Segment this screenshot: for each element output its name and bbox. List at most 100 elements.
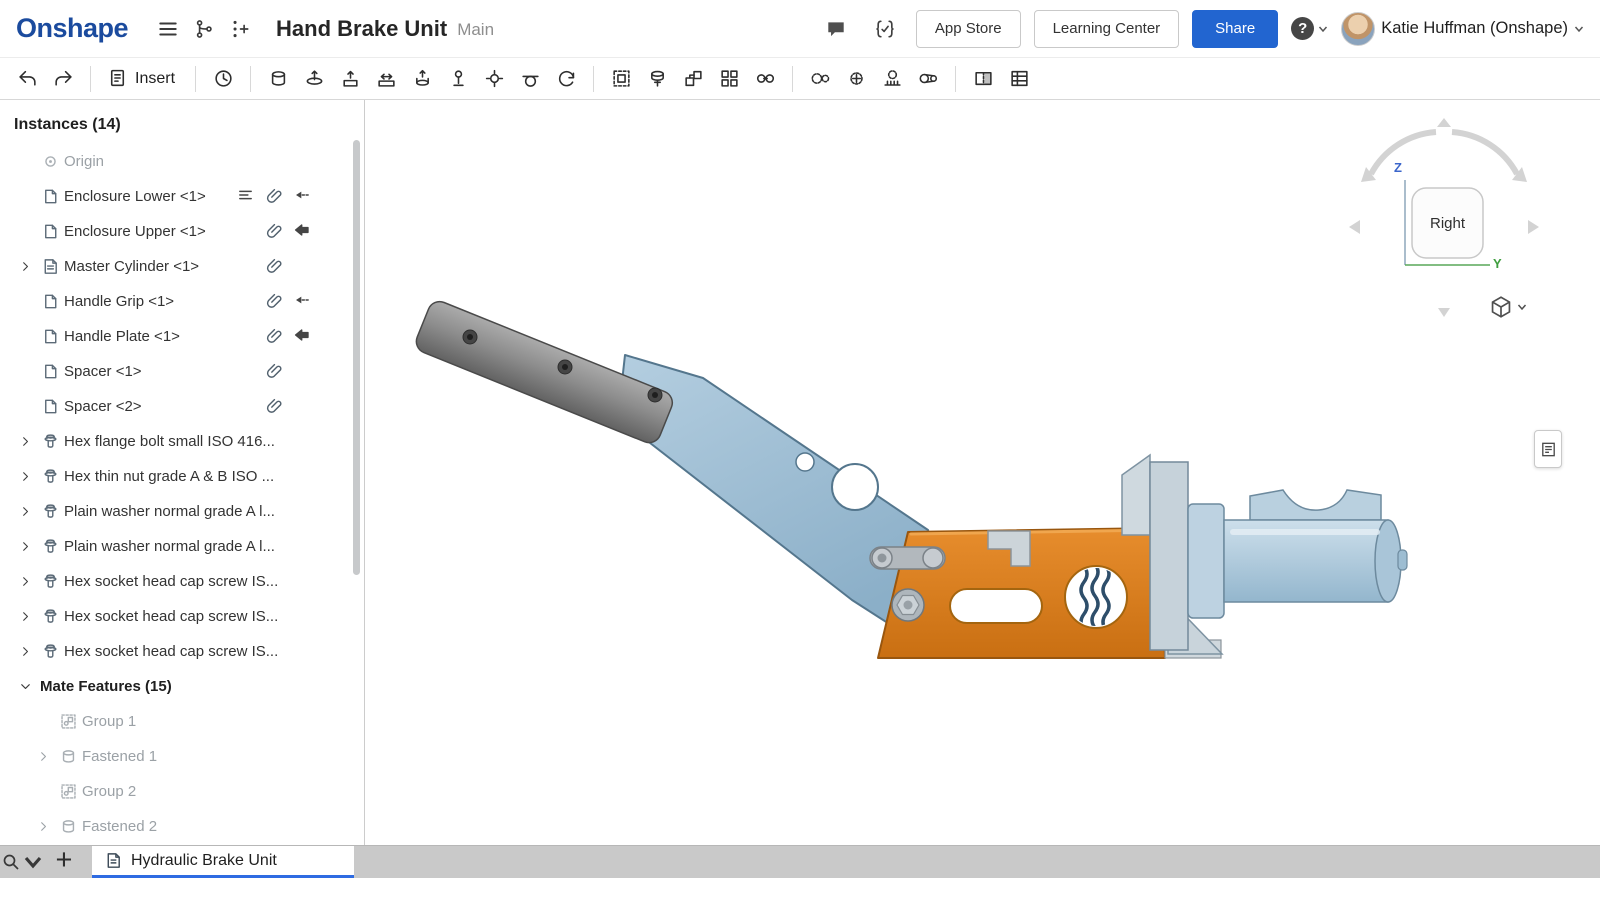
toolbar-separator: [955, 66, 956, 92]
chevron-right-icon[interactable]: [12, 435, 38, 448]
instance-row[interactable]: Group 1: [0, 704, 364, 739]
app-store-button[interactable]: App Store: [916, 10, 1021, 48]
feature-list-flyout-button[interactable]: [1534, 430, 1562, 468]
help-menu-button[interactable]: ?: [1291, 17, 1328, 40]
view-cube[interactable]: Right Z Y: [1340, 112, 1555, 342]
instance-label: Plain washer normal grade A l...: [64, 538, 275, 555]
rotate-left-arrow[interactable]: [1349, 220, 1360, 234]
chevron-right-icon[interactable]: [12, 540, 38, 553]
instance-row[interactable]: Origin: [0, 144, 364, 179]
instance-row[interactable]: Spacer <1>: [0, 354, 364, 389]
share-button[interactable]: Share: [1192, 10, 1278, 48]
std-icon: [38, 432, 62, 451]
bottom-tab-bar: + Hydraulic Brake Unit: [0, 845, 1600, 878]
onshape-logo[interactable]: Onshape: [16, 13, 128, 44]
section-view-icon: [973, 68, 994, 89]
view-cube-face-label[interactable]: Right: [1412, 188, 1483, 258]
instance-label: Enclosure Upper <1>: [64, 223, 206, 240]
instance-row[interactable]: Hex socket head cap screw IS...: [0, 634, 364, 669]
section-view-button[interactable]: [966, 62, 1000, 96]
cylindrical-mate-button[interactable]: [405, 62, 439, 96]
follow-mode-button[interactable]: [222, 11, 258, 47]
rotate-button[interactable]: [206, 62, 240, 96]
instance-row[interactable]: Enclosure Lower <1>: [0, 179, 364, 214]
parallel-mate-button[interactable]: [549, 62, 583, 96]
belt-relation-button[interactable]: [911, 62, 945, 96]
instance-row[interactable]: Handle Plate <1>: [0, 319, 364, 354]
instance-row[interactable]: Hex socket head cap screw IS...: [0, 564, 364, 599]
instance-row[interactable]: Enclosure Upper <1>: [0, 214, 364, 249]
graphics-viewport[interactable]: Right Z Y: [365, 100, 1600, 845]
derived-button[interactable]: [748, 62, 782, 96]
revolute-mate-button[interactable]: [297, 62, 331, 96]
planar-mate-button[interactable]: [333, 62, 367, 96]
add-tab-button[interactable]: +: [44, 846, 84, 878]
chevron-right-icon[interactable]: [30, 820, 56, 833]
rotate-up-arrow[interactable]: [1437, 118, 1451, 127]
instance-row[interactable]: Hex socket head cap screw IS...: [0, 599, 364, 634]
rack-pinion-relation-button[interactable]: [875, 62, 909, 96]
hex-bolt[interactable]: [892, 589, 924, 621]
fastened-mate-button[interactable]: [261, 62, 295, 96]
rotate-down-arrow[interactable]: [1438, 308, 1450, 317]
view-options-button[interactable]: [1488, 294, 1527, 320]
instance-row[interactable]: Plain washer normal grade A l...: [0, 529, 364, 564]
group-select-button[interactable]: [604, 62, 638, 96]
instance-row[interactable]: Spacer <2>: [0, 389, 364, 424]
std-icon: [38, 537, 62, 556]
insert-label: Insert: [135, 70, 175, 88]
learning-center-button[interactable]: Learning Center: [1034, 10, 1180, 48]
pivot-link-part[interactable]: [870, 547, 945, 569]
instance-row[interactable]: Group 2: [0, 774, 364, 809]
account-menu[interactable]: Katie Huffman (Onshape): [1341, 12, 1584, 46]
screw-relation-button[interactable]: [839, 62, 873, 96]
list-panel-icon: [1539, 440, 1558, 459]
assembly-tab-icon: [104, 851, 123, 870]
instance-row[interactable]: Master Cylinder <1>: [0, 249, 364, 284]
main-menu-button[interactable]: [150, 11, 186, 47]
ball-mate-button[interactable]: [477, 62, 511, 96]
tangent-mate-button[interactable]: [513, 62, 547, 96]
dashed-arrow-icon: [292, 185, 311, 204]
instance-row[interactable]: Fastened 1: [0, 739, 364, 774]
chevron-down-icon[interactable]: [12, 680, 38, 693]
comments-button[interactable]: [818, 11, 854, 47]
chevron-right-icon[interactable]: [12, 645, 38, 658]
instance-label: Mate Features (15): [40, 678, 172, 695]
instance-row[interactable]: Hex flange bolt small ISO 416...: [0, 424, 364, 459]
pin-slot-mate-button[interactable]: [441, 62, 475, 96]
bom-button[interactable]: [1002, 62, 1036, 96]
tab-hydraulic-brake-unit[interactable]: Hydraulic Brake Unit: [92, 846, 354, 878]
panel-scrollbar[interactable]: [353, 140, 360, 575]
rotate-right-arrow[interactable]: [1528, 220, 1539, 234]
search-tabs-button[interactable]: [0, 846, 44, 878]
pattern-button[interactable]: [712, 62, 746, 96]
feedback-button[interactable]: [867, 11, 903, 47]
slider-mate-button[interactable]: [369, 62, 403, 96]
instance-label: Hex socket head cap screw IS...: [64, 608, 278, 625]
instance-row[interactable]: Fastened 2: [0, 809, 364, 844]
screw-relation-icon: [846, 68, 867, 89]
chevron-right-icon[interactable]: [12, 260, 38, 273]
instance-row[interactable]: Plain washer normal grade A l...: [0, 494, 364, 529]
assembly-icon: [38, 257, 62, 276]
versions-button[interactable]: [186, 11, 222, 47]
instance-row[interactable]: Hex thin nut grade A & B ISO ...: [0, 459, 364, 494]
chevron-right-icon[interactable]: [12, 505, 38, 518]
redo-button[interactable]: [46, 62, 80, 96]
mate-features-header[interactable]: Mate Features (15): [0, 669, 364, 704]
chevron-right-icon[interactable]: [12, 610, 38, 623]
dashed-arrow-badge: [292, 290, 311, 313]
master-cylinder-part[interactable]: [1188, 490, 1407, 618]
replicate-button[interactable]: [676, 62, 710, 96]
undo-button[interactable]: [10, 62, 44, 96]
chevron-right-icon[interactable]: [12, 575, 38, 588]
chevron-right-icon[interactable]: [12, 470, 38, 483]
gear-relation-button[interactable]: [803, 62, 837, 96]
chevron-right-icon[interactable]: [30, 750, 56, 763]
standard-content-button[interactable]: [640, 62, 674, 96]
insert-button[interactable]: Insert: [101, 62, 185, 96]
instance-label: Master Cylinder <1>: [64, 258, 199, 275]
instance-row[interactable]: Handle Grip <1>: [0, 284, 364, 319]
workspace-name: Main: [457, 20, 494, 40]
